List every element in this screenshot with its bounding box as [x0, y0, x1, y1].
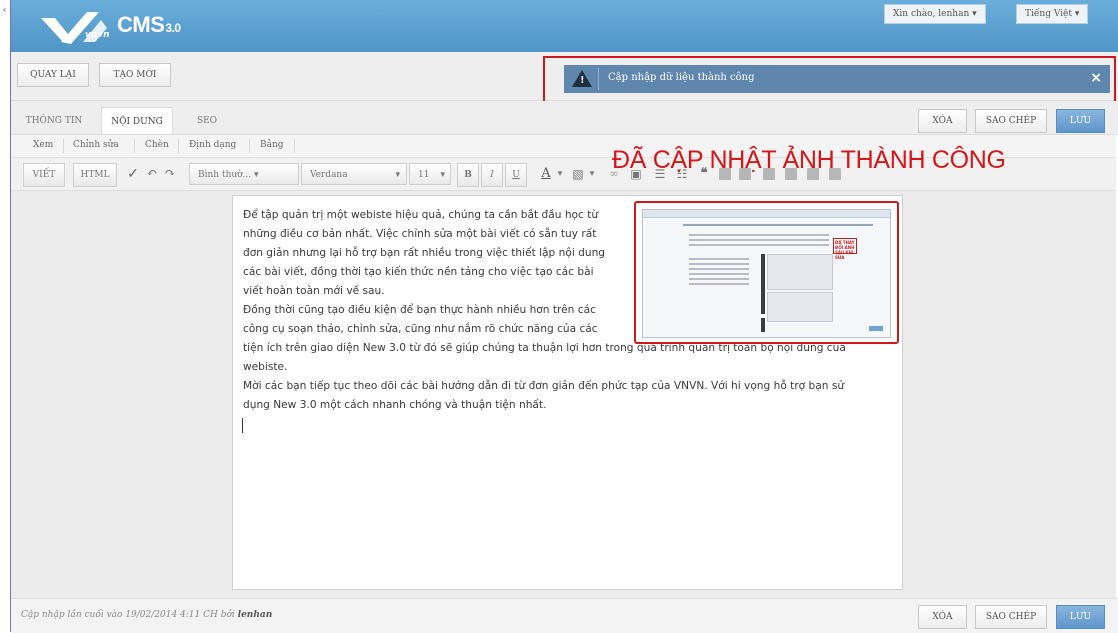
brand-name: CMS3.0 [117, 12, 181, 38]
success-notice: ! Cập nhập dữ liệu thành công × [564, 65, 1110, 93]
content-line: dụng New 3.0 một cách nhanh chóng và thu… [243, 399, 547, 411]
language-label: Tiếng Việt [1025, 9, 1072, 19]
new-button[interactable]: TẠO MỚI [99, 63, 171, 87]
content-line: đơn giản nhưng lại hỗ trợ bạn rất nhiều … [243, 247, 606, 259]
copy-button-bottom[interactable]: SAO CHÉP [975, 605, 1047, 629]
menu-table[interactable]: Bảng [260, 140, 284, 150]
menu-edit[interactable]: Chỉnh sửa [73, 140, 119, 150]
content-line: webiste. [243, 361, 288, 373]
menu-format[interactable]: Định dạng [189, 140, 236, 150]
chevron-down-icon: ▾ [972, 9, 977, 19]
menu-divider [134, 139, 135, 153]
thumb-text [689, 239, 829, 241]
thumb-inner-shot [767, 292, 833, 322]
cms-page: ‹ vnvn CMS3.0 Xin chào, lenhan ▾ Tiếng V… [0, 0, 1118, 633]
user-menu[interactable]: Xin chào, lenhan ▾ [884, 4, 986, 24]
font-size-select[interactable]: 11 ▾ [409, 163, 451, 185]
language-menu[interactable]: Tiếng Việt ▾ [1016, 4, 1089, 24]
chevron-down-icon: ▾ [440, 170, 445, 180]
content-line: các bài viết, đồng thời tạo kiến thức nề… [243, 266, 594, 278]
last-updated-text: Cập nhập lần cuối vào 19/02/2014 4:11 CH… [21, 610, 272, 620]
tab-seo[interactable]: SEO [189, 107, 225, 135]
delete-button-bottom[interactable]: XÓA [918, 605, 967, 629]
spellcheck-icon[interactable]: ✓ [125, 163, 141, 185]
last-updated-prefix: Cập nhập lần cuối vào 19/02/2014 4:11 CH… [21, 610, 235, 620]
notice-message: Cập nhập dữ liệu thành công [608, 72, 755, 83]
format-select-value: Bình thườ... [198, 170, 252, 180]
chevron-left-icon[interactable]: ‹ [0, 3, 9, 16]
menu-divider [249, 139, 250, 153]
tab-info[interactable]: THÔNG TIN [23, 107, 85, 135]
brand-cms: CMS [117, 12, 165, 37]
tab-bar: THÔNG TIN NỘI DUNG SEO XÓA SAO CHÉP LƯU [11, 101, 1118, 136]
annotation-text: ĐÃ CẬP NHẬT ẢNH THÀNH CÔNG [612, 146, 1006, 174]
menu-divider [178, 139, 179, 153]
tab-content[interactable]: NỘI DUNG [101, 107, 173, 136]
background-color-icon[interactable]: ▧ [569, 163, 587, 185]
thumb-toolbar [683, 224, 873, 226]
thumb-text [689, 258, 749, 260]
menu-view[interactable]: Xem [33, 140, 53, 150]
copy-button[interactable]: SAO CHÉP [975, 109, 1047, 133]
thumb-text [689, 268, 749, 270]
thumb-text [689, 234, 829, 236]
font-color-button[interactable]: A [537, 163, 555, 185]
greeting-label: Xin chào, lenhan [893, 9, 970, 19]
content-line: Đồng thời cũng tạo điều kiện để bạn thực… [243, 304, 596, 316]
close-icon[interactable]: × [1090, 70, 1102, 86]
brand-small: vnvn [85, 30, 110, 40]
menu-insert[interactable]: Chèn [145, 140, 169, 150]
save-button[interactable]: LƯU [1056, 109, 1105, 133]
thumb-text [689, 278, 749, 280]
content-line: viết hoàn toàn mới về sau. [243, 285, 385, 297]
mode-write-button[interactable]: VIẾT [23, 163, 65, 187]
editor-footer: Cập nhập lần cuối vào 19/02/2014 4:11 CH… [11, 598, 1118, 633]
content-line: những điều cơ bản nhất. Việc chỉnh sửa m… [243, 228, 597, 240]
thumb-text [689, 283, 749, 285]
menu-divider [63, 139, 64, 153]
embedded-screenshot-image[interactable]: ĐÃ THAY ĐỔI ẢNH SAU KHI SỬA [642, 209, 891, 338]
chevron-down-icon: ▾ [254, 170, 259, 180]
thumb-inner-shot [767, 254, 833, 290]
italic-button[interactable]: I [481, 163, 503, 187]
redo-icon[interactable]: ↷ [163, 163, 177, 185]
chevron-down-icon[interactable]: ▾ [555, 163, 565, 185]
notice-divider [598, 68, 599, 90]
thumb-text [689, 273, 749, 275]
mode-html-button[interactable]: HTML [73, 163, 117, 187]
undo-icon[interactable]: ↶ [145, 163, 159, 185]
bold-button[interactable]: B [457, 163, 479, 187]
delete-button[interactable]: XÓA [918, 109, 967, 133]
format-select[interactable]: Bình thườ... ▾ [189, 163, 299, 185]
size-select-value: 11 [418, 170, 430, 180]
content-line: Để tập quản trị một webiste hiệu quả, ch… [243, 209, 599, 221]
thumb-dark-strip [761, 254, 765, 314]
chevron-down-icon: ▾ [395, 170, 400, 180]
thumb-text [689, 244, 829, 246]
brand-version: 3.0 [165, 21, 181, 35]
content-line: Mời các bạn tiếp tục theo dõi các bài hư… [243, 380, 845, 392]
content-line: công cụ soạn thảo, chỉnh sửa, cũng như n… [243, 323, 598, 335]
back-button[interactable]: QUAY LẠI [17, 63, 89, 87]
collapse-strip[interactable]: ‹ [0, 0, 11, 632]
text-caret [242, 418, 243, 433]
font-family-select[interactable]: Verdana ▾ [301, 163, 407, 185]
embedded-image-frame[interactable]: ĐÃ THAY ĐỔI ẢNH SAU KHI SỬA [634, 201, 899, 344]
thumb-save-btn [869, 326, 883, 331]
warning-mark: ! [580, 75, 585, 86]
font-select-value: Verdana [310, 170, 348, 180]
app-header: vnvn CMS3.0 Xin chào, lenhan ▾ Tiếng Việ… [11, 0, 1118, 52]
thumb-label: ĐÃ THAY ĐỔI ẢNH SAU KHI SỬA [835, 240, 855, 260]
menu-divider [294, 139, 295, 153]
last-updated-user: lenhan [237, 610, 273, 620]
thumb-titlebar [643, 210, 890, 218]
thumb-dark-strip [761, 318, 765, 332]
underline-button[interactable]: U [505, 163, 527, 187]
chevron-down-icon[interactable]: ▾ [587, 163, 597, 185]
chevron-down-icon: ▾ [1074, 9, 1080, 19]
save-button-bottom[interactable]: LƯU [1056, 605, 1105, 629]
thumb-text [689, 263, 749, 265]
